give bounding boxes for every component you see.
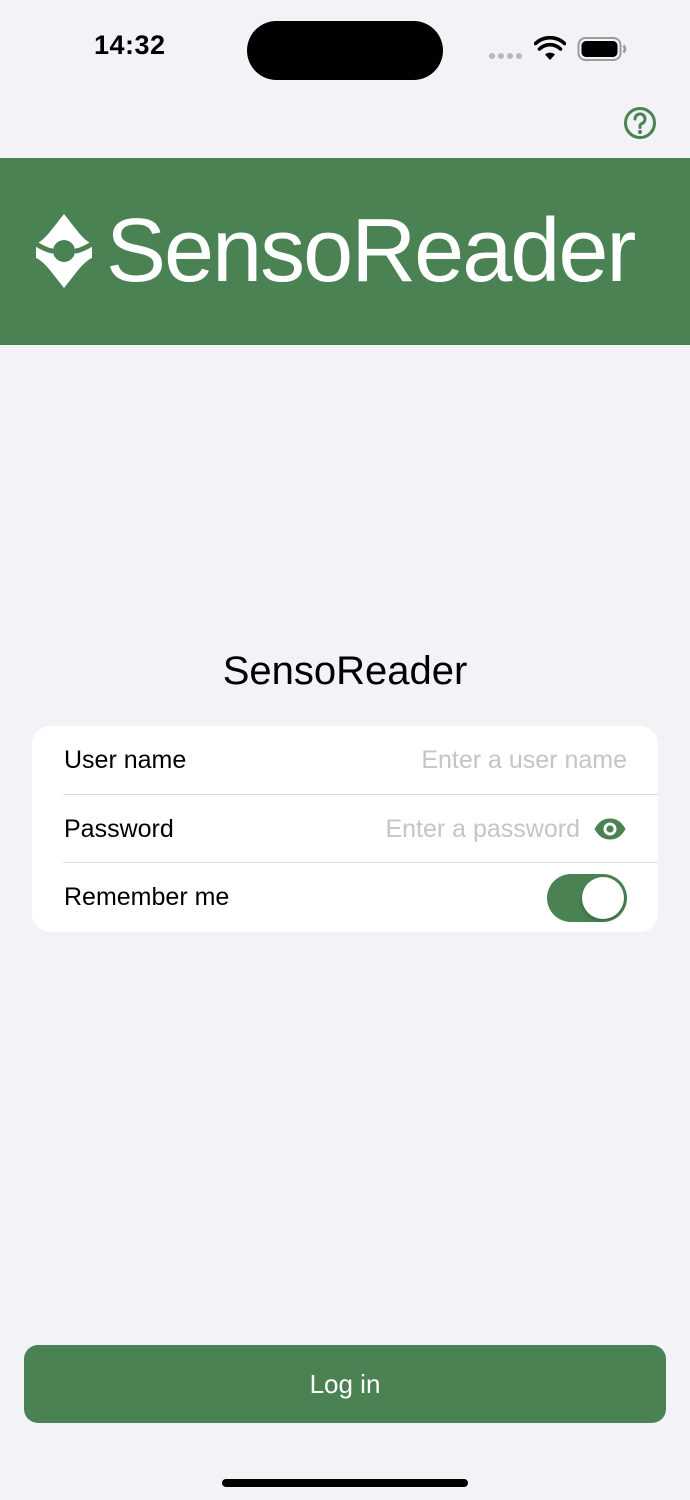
login-form-card: User name Password Remember me <box>32 726 658 932</box>
password-row: Password <box>32 795 658 863</box>
status-time: 14:32 <box>94 30 166 60</box>
eye-icon[interactable] <box>593 817 627 841</box>
brand-wordmark: SensoReader <box>106 201 636 301</box>
home-indicator <box>222 1479 468 1487</box>
remember-me-label: Remember me <box>64 883 230 911</box>
password-input[interactable] <box>252 807 580 851</box>
username-label: User name <box>64 746 187 774</box>
cellular-signal-icon <box>489 53 522 59</box>
login-screen: 14:32 SensoReader SensoReader User name <box>0 0 690 1500</box>
senso-star-icon <box>34 214 94 288</box>
remember-me-toggle[interactable] <box>547 874 627 922</box>
wifi-icon <box>534 36 566 60</box>
toggle-knob <box>582 877 624 919</box>
login-button[interactable]: Log in <box>24 1345 666 1423</box>
battery-icon <box>577 37 627 61</box>
page-title: SensoReader <box>222 649 468 693</box>
password-label: Password <box>64 815 174 843</box>
help-circle-icon[interactable] <box>623 106 657 140</box>
remember-me-row: Remember me <box>32 863 658 931</box>
username-input[interactable] <box>282 738 627 782</box>
dynamic-island <box>247 21 443 80</box>
username-row: User name <box>32 726 658 794</box>
